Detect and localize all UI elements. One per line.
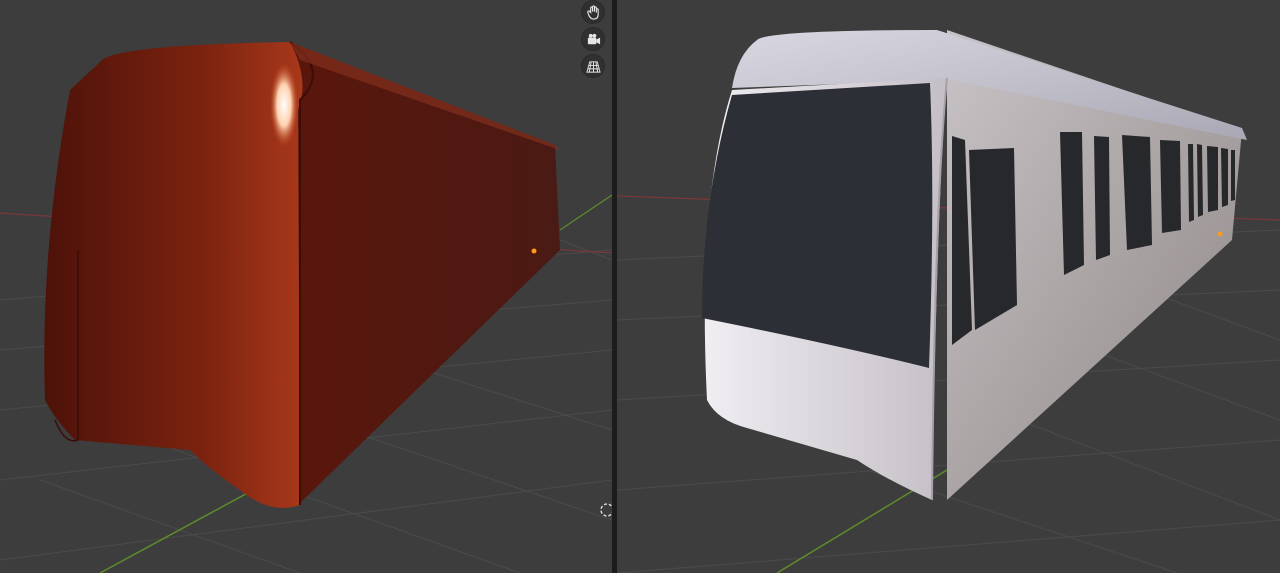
origin-point-left[interactable] — [531, 248, 537, 254]
navigation-gizmos — [580, 0, 606, 78]
viewport-left[interactable] — [0, 0, 612, 573]
hand-icon[interactable] — [581, 0, 605, 24]
camera-icon[interactable] — [581, 27, 605, 51]
3d-cursor[interactable] — [600, 503, 612, 517]
origin-point-right[interactable] — [1217, 231, 1223, 237]
scene-left — [0, 41, 612, 573]
scene-right — [617, 30, 1280, 573]
train-body-white[interactable] — [702, 30, 1247, 501]
train-body-red[interactable] — [44, 41, 560, 508]
grid-perspective-icon[interactable] — [581, 54, 605, 78]
viewport-right[interactable] — [617, 0, 1280, 573]
